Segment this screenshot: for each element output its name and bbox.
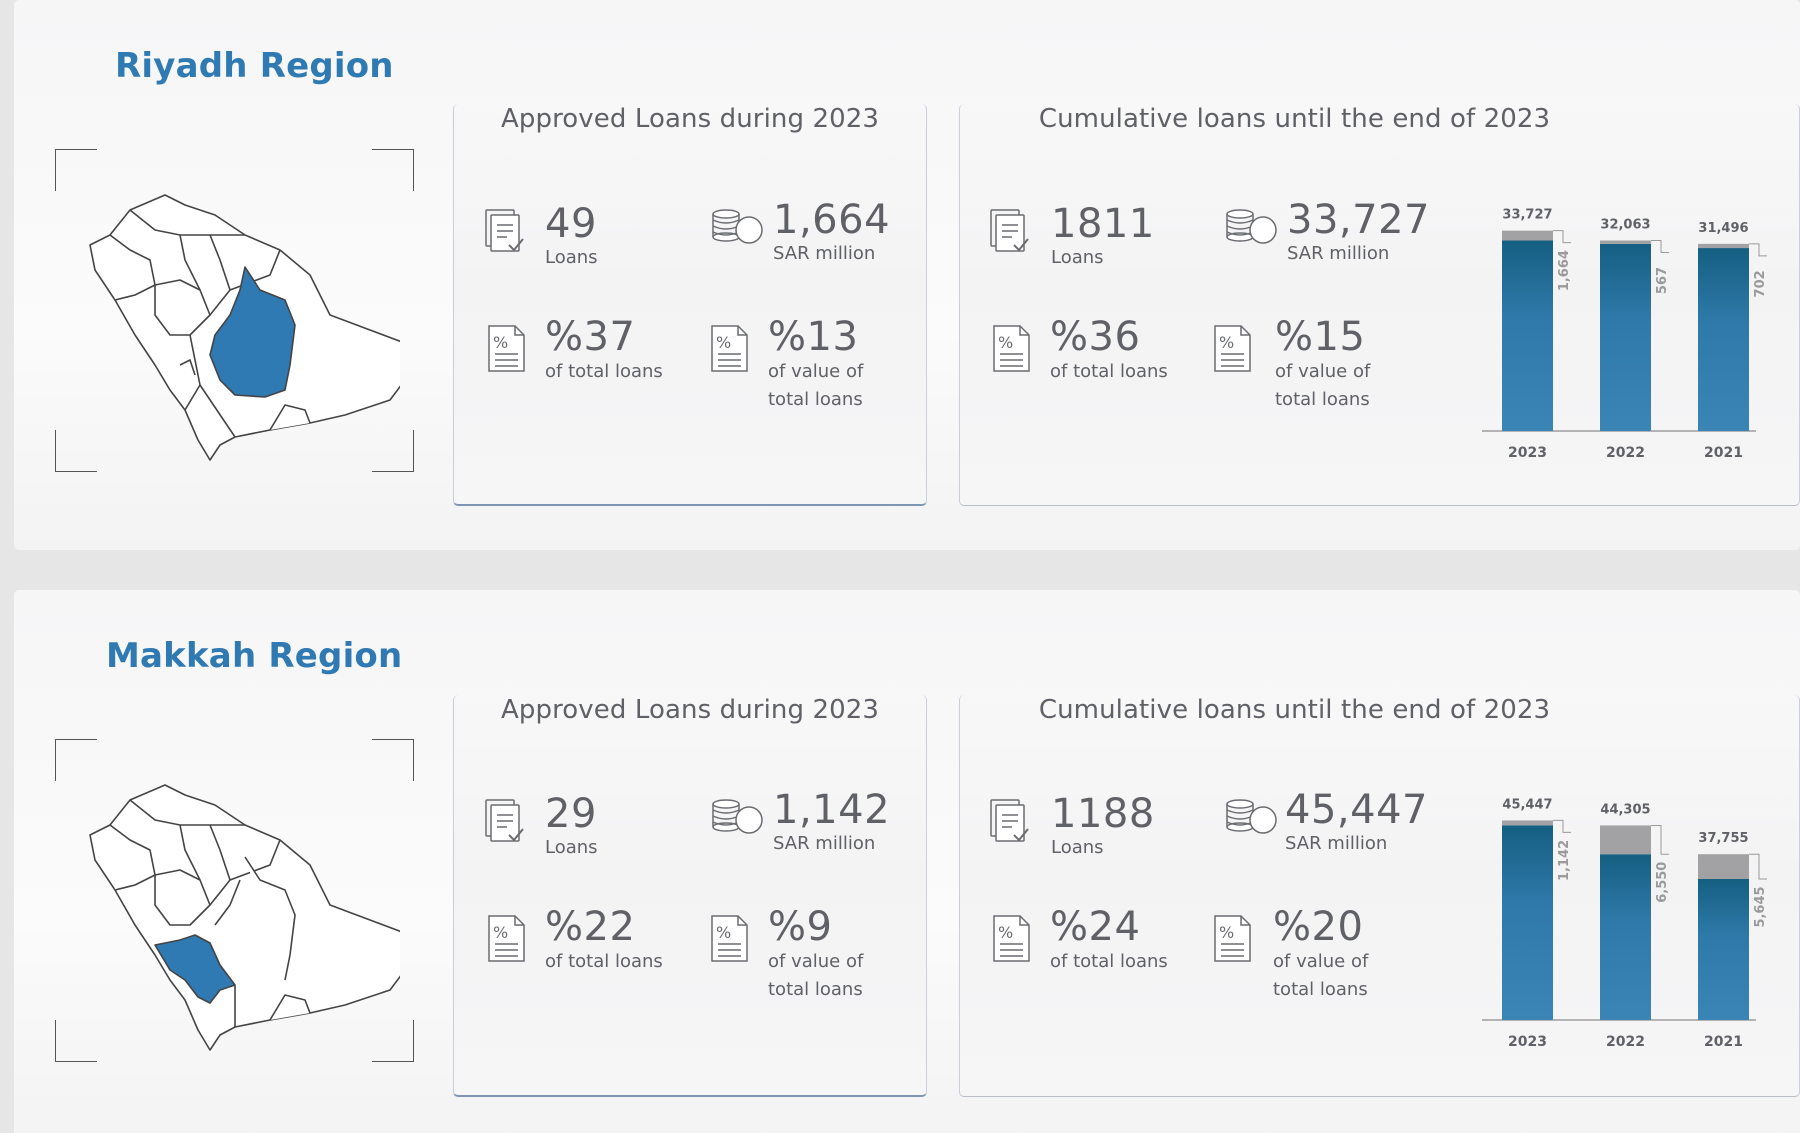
region-map <box>55 739 414 1062</box>
region-card-riyadh: Riyadh Region Approved Loans during 2023… <box>14 0 1800 550</box>
increment-label-2021: 5,645 <box>1753 886 1768 927</box>
document-check-icon <box>485 209 524 252</box>
panel-title: Approved Loans during 2023 <box>500 104 880 134</box>
approved-loans-panel: Approved Loans during 2023 29 Loans 1,14… <box>453 695 927 1097</box>
category-label-2021: 2021 <box>1704 1034 1743 1050</box>
category-label-2022: 2022 <box>1606 445 1645 461</box>
region-title: Riyadh Region <box>115 46 394 86</box>
panel-title: Approved Loans during 2023 <box>500 695 880 725</box>
percent-document-icon: % <box>1214 915 1251 962</box>
category-label-2022: 2022 <box>1606 1034 1645 1050</box>
percent-document-icon: % <box>711 325 748 372</box>
svg-text:%: % <box>716 333 731 352</box>
percent-document-icon: % <box>488 915 525 962</box>
total-label-2023: 33,727 <box>1502 208 1552 223</box>
bar-chart: 45,447 1,142 2023 44,305 6,550 2022 37,755 5,64… <box>1482 797 1768 1050</box>
increment-label-2023: 1,142 <box>1557 840 1572 881</box>
document-check-icon <box>485 799 524 842</box>
increment-label-2021: 702 <box>1753 270 1768 297</box>
cumulative-loans-panel: Cumulative loans until the end of 2023 1… <box>959 104 1800 506</box>
svg-text:%: % <box>998 333 1013 352</box>
percent-document-icon: % <box>993 915 1030 962</box>
panel-title: Cumulative loans until the end of 2023 <box>1038 104 1551 134</box>
region-title: Makkah Region <box>106 636 403 676</box>
svg-text:%: % <box>1219 333 1234 352</box>
percent-document-icon: % <box>993 325 1030 372</box>
document-check-icon <box>990 799 1029 842</box>
bar-increment-2021 <box>1698 854 1749 879</box>
percent-document-icon: % <box>711 915 748 962</box>
total-label-2022: 44,305 <box>1600 802 1650 817</box>
bar-base-2022 <box>1600 854 1651 1020</box>
total-label-2021: 31,496 <box>1698 221 1748 236</box>
increment-bracket-2023 <box>1553 230 1571 244</box>
approved-loans-panel: Approved Loans during 2023 49 Loans 1,66… <box>453 104 927 506</box>
panel-title: Cumulative loans until the end of 2023 <box>1038 695 1551 725</box>
total-label-2022: 32,063 <box>1600 218 1650 233</box>
increment-label-2023: 1,664 <box>1557 250 1572 291</box>
svg-text:%: % <box>493 333 508 352</box>
increment-bracket-2021 <box>1749 243 1767 257</box>
saudi-map-icon <box>89 194 400 461</box>
bar-base-2023 <box>1502 825 1553 1020</box>
percent-document-icon: % <box>1214 325 1251 372</box>
svg-text:%: % <box>1219 923 1234 942</box>
bar-chart: 33,727 1,664 2023 32,063 567 2022 31,496 702 202… <box>1482 208 1768 461</box>
document-check-icon <box>990 209 1029 252</box>
saudi-map-icon <box>89 784 400 1051</box>
category-label-2023: 2023 <box>1508 1034 1547 1050</box>
bar-base-2021 <box>1698 248 1749 431</box>
increment-bracket-2022 <box>1651 240 1669 254</box>
bar-base-2022 <box>1600 243 1651 431</box>
svg-text:%: % <box>493 923 508 942</box>
total-label-2021: 37,755 <box>1698 831 1748 846</box>
bar-base-2023 <box>1502 240 1553 431</box>
total-label-2023: 45,447 <box>1502 797 1552 812</box>
bar-increment-2021 <box>1698 243 1749 249</box>
percent-document-icon: % <box>488 325 525 372</box>
coins-icon <box>712 209 763 244</box>
increment-label-2022: 567 <box>1655 267 1670 294</box>
svg-text:%: % <box>998 923 1013 942</box>
region-card-makkah: Makkah Region Approved Loans during 2023… <box>14 590 1800 1133</box>
increment-bracket-2021 <box>1749 853 1767 880</box>
bar-increment-2023 <box>1502 230 1553 241</box>
category-label-2023: 2023 <box>1508 445 1547 461</box>
coins-icon <box>712 799 763 834</box>
increment-bracket-2023 <box>1553 819 1571 833</box>
category-label-2021: 2021 <box>1704 445 1743 461</box>
bar-increment-2022 <box>1600 825 1651 855</box>
increment-bracket-2022 <box>1651 824 1669 855</box>
coins-icon <box>1226 209 1277 244</box>
bar-increment-2022 <box>1600 240 1651 244</box>
region-map <box>55 149 414 472</box>
increment-label-2022: 6,550 <box>1655 862 1670 903</box>
svg-text:%: % <box>716 923 731 942</box>
bar-base-2021 <box>1698 878 1749 1020</box>
cumulative-loans-panel: Cumulative loans until the end of 2023 1… <box>959 695 1800 1097</box>
coins-icon <box>1226 799 1277 834</box>
bar-increment-2023 <box>1502 820 1553 826</box>
